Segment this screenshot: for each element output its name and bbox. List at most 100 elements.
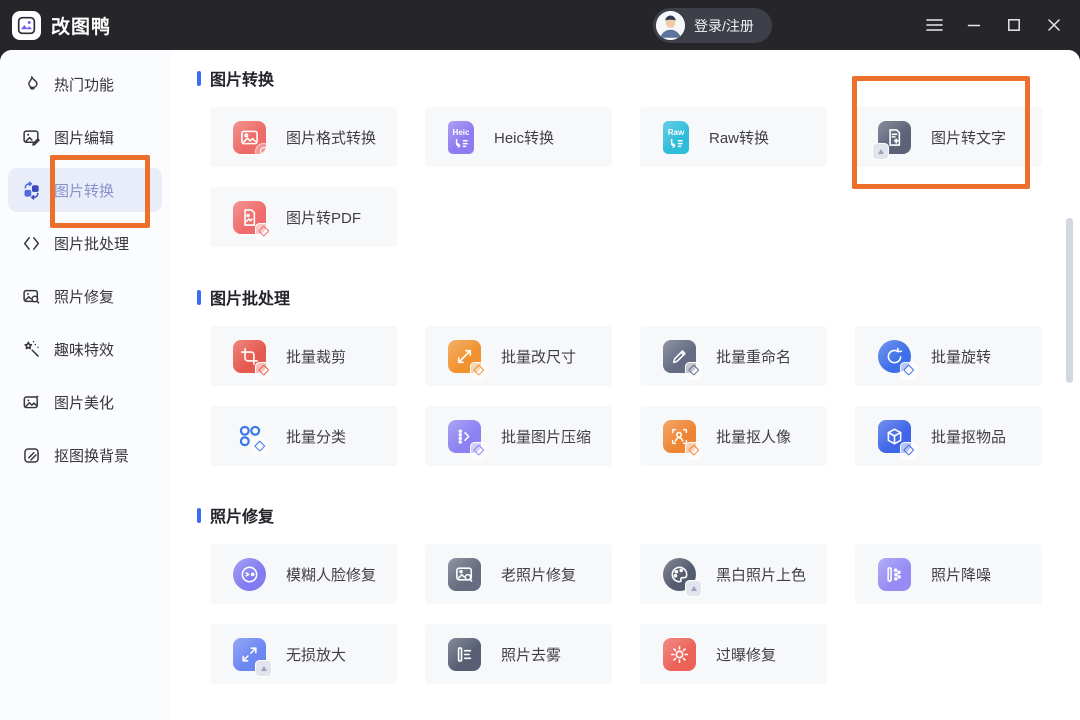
- maximize-button[interactable]: [994, 0, 1034, 50]
- feature-label: Heic转换: [494, 129, 555, 147]
- card-photo-denoise[interactable]: 照片降噪: [855, 544, 1042, 604]
- batch-badge-icon: [685, 361, 702, 379]
- image-badge-icon: [685, 579, 702, 597]
- batch-badge-icon: [470, 361, 487, 379]
- card-batch-portrait-cutout[interactable]: 批量抠人像: [640, 406, 827, 466]
- card-batch-crop[interactable]: 批量裁剪: [210, 326, 397, 386]
- sidebar-item-fun-effects[interactable]: 趣味特效: [8, 327, 162, 371]
- feature-label: 无损放大: [286, 646, 347, 664]
- section-grid: 图片格式转换 Heic Heic转换 Raw Raw转换 图片转文字 图片转PD…: [210, 107, 1080, 247]
- batch-rotate-icon: [878, 339, 917, 379]
- app-title: 改图鸭: [51, 16, 112, 38]
- batch-badge-icon: [255, 361, 272, 379]
- card-batch-object-cutout[interactable]: 批量抠物品: [855, 406, 1042, 466]
- feature-label: 黑白照片上色: [716, 566, 807, 584]
- batch-object-cutout-icon: [878, 419, 917, 459]
- photo-denoise-icon: [878, 557, 911, 591]
- window-controls: [914, 0, 1074, 50]
- sidebar-item-label: 图片编辑: [54, 129, 115, 147]
- sidebar-item-label: 图片批处理: [54, 235, 130, 253]
- card-raw-convert[interactable]: Raw Raw转换: [640, 107, 827, 167]
- batch-badge-icon: [685, 441, 702, 459]
- batch-compress-icon: [448, 419, 487, 459]
- photo-dehaze-icon: [448, 637, 481, 671]
- sidebar-item-label: 照片修复: [54, 288, 115, 306]
- menu-icon[interactable]: [914, 0, 954, 50]
- raw-file-icon: Raw: [663, 120, 689, 154]
- minimize-button[interactable]: [954, 0, 994, 50]
- lossless-enlarge-icon: [233, 637, 272, 677]
- titlebar: 改图鸭 登录/注册: [0, 0, 1080, 50]
- photo-repair-icon: [23, 289, 40, 304]
- sidebar-item-label: 图片美化: [54, 394, 115, 412]
- sidebar: 热门功能 图片编辑 图片转换 图片批处理 照片修复 趣味特效 图片美化 抠图换背…: [0, 50, 170, 720]
- card-blurry-face-repair[interactable]: 模糊人脸修复: [210, 544, 397, 604]
- section-grid: 模糊人脸修复 老照片修复 黑白照片上色 照片降噪 无损放大 照片去雾 过曝修复: [210, 544, 1080, 684]
- feature-label: 图片转文字: [931, 129, 1007, 147]
- close-button[interactable]: [1034, 0, 1074, 50]
- card-heic-convert[interactable]: Heic Heic转换: [425, 107, 612, 167]
- feature-label: 图片格式转换: [286, 129, 377, 147]
- raw-file-label: Raw: [667, 127, 685, 137]
- batch-portrait-cutout-icon: [663, 419, 702, 459]
- feature-label: 老照片修复: [501, 566, 577, 584]
- batch-badge-icon: [470, 441, 487, 459]
- section-grid: 批量裁剪 批量改尺寸 批量重命名 批量旋转 批量分类 批量图片压缩 批量抠人像 …: [210, 326, 1080, 466]
- refresh-badge-icon: [255, 142, 272, 160]
- feature-label: 图片转PDF: [286, 209, 362, 227]
- card-old-photo-repair[interactable]: 老照片修复: [425, 544, 612, 604]
- image-beautify-icon: [23, 394, 40, 408]
- section-title: 图片批处理: [210, 291, 291, 308]
- scrollbar-thumb[interactable]: [1066, 218, 1073, 383]
- section-header-photo-repair: 照片修复: [197, 506, 1080, 526]
- batch-crop-icon: [233, 339, 272, 379]
- image-to-text-icon: [872, 120, 911, 160]
- feature-label: 批量重命名: [716, 348, 792, 366]
- magic-wand-icon: [24, 340, 39, 357]
- feature-label: 批量旋转: [931, 348, 992, 366]
- app-body: 热门功能 图片编辑 图片转换 图片批处理 照片修复 趣味特效 图片美化 抠图换背…: [0, 50, 1080, 720]
- sidebar-item-label: 趣味特效: [54, 341, 115, 359]
- card-image-to-pdf[interactable]: 图片转PDF: [210, 187, 397, 247]
- batch-badge-icon: [251, 437, 268, 455]
- card-lossless-enlarge[interactable]: 无损放大: [210, 624, 397, 684]
- batch-badge-icon: [900, 361, 917, 379]
- heic-file-label: Heic: [452, 127, 470, 137]
- sidebar-item-label: 热门功能: [54, 76, 115, 94]
- sidebar-item-hot-features[interactable]: 热门功能: [8, 62, 162, 106]
- app-window: 改图鸭 登录/注册 热门功能 图片编辑 图片转换 图片批处理 照片修复 趣味特效…: [0, 0, 1080, 720]
- card-batch-rotate[interactable]: 批量旋转: [855, 326, 1042, 386]
- heic-file-icon: Heic: [448, 120, 474, 154]
- sidebar-item-image-edit[interactable]: 图片编辑: [8, 115, 162, 159]
- feature-label: 批量裁剪: [286, 348, 347, 366]
- avatar: [656, 11, 685, 40]
- pdf-badge-icon: [255, 222, 272, 240]
- login-button[interactable]: 登录/注册: [653, 8, 772, 43]
- card-batch-resize[interactable]: 批量改尺寸: [425, 326, 612, 386]
- card-photo-dehaze[interactable]: 照片去雾: [425, 624, 612, 684]
- feature-label: 批量抠物品: [931, 428, 1007, 446]
- card-image-to-text[interactable]: 图片转文字: [855, 107, 1042, 167]
- card-batch-compress[interactable]: 批量图片压缩: [425, 406, 612, 466]
- sidebar-item-label: 抠图换背景: [54, 447, 130, 465]
- batch-resize-icon: [448, 339, 487, 379]
- section-header-image-convert: 图片转换: [197, 69, 1080, 89]
- sidebar-item-photo-repair[interactable]: 照片修复: [8, 274, 162, 318]
- sidebar-item-cutout-background[interactable]: 抠图换背景: [8, 433, 162, 477]
- image-format-convert-icon: [233, 120, 272, 160]
- flame-icon: [28, 75, 38, 90]
- card-bw-colorize[interactable]: 黑白照片上色: [640, 544, 827, 604]
- card-image-format-convert[interactable]: 图片格式转换: [210, 107, 397, 167]
- card-batch-rename[interactable]: 批量重命名: [640, 326, 827, 386]
- feature-label: 照片降噪: [931, 566, 992, 584]
- sidebar-item-image-beautify[interactable]: 图片美化: [8, 380, 162, 424]
- image-badge-icon: [872, 142, 889, 160]
- card-overexposure-repair[interactable]: 过曝修复: [640, 624, 827, 684]
- batch-badge-icon: [900, 441, 917, 459]
- sidebar-item-batch-process[interactable]: 图片批处理: [8, 221, 162, 265]
- card-batch-classify[interactable]: 批量分类: [210, 406, 397, 466]
- feature-label: 批量抠人像: [716, 428, 792, 446]
- sidebar-item-image-convert[interactable]: 图片转换: [8, 168, 162, 212]
- image-to-pdf-icon: [233, 200, 272, 240]
- login-label: 登录/注册: [694, 17, 754, 34]
